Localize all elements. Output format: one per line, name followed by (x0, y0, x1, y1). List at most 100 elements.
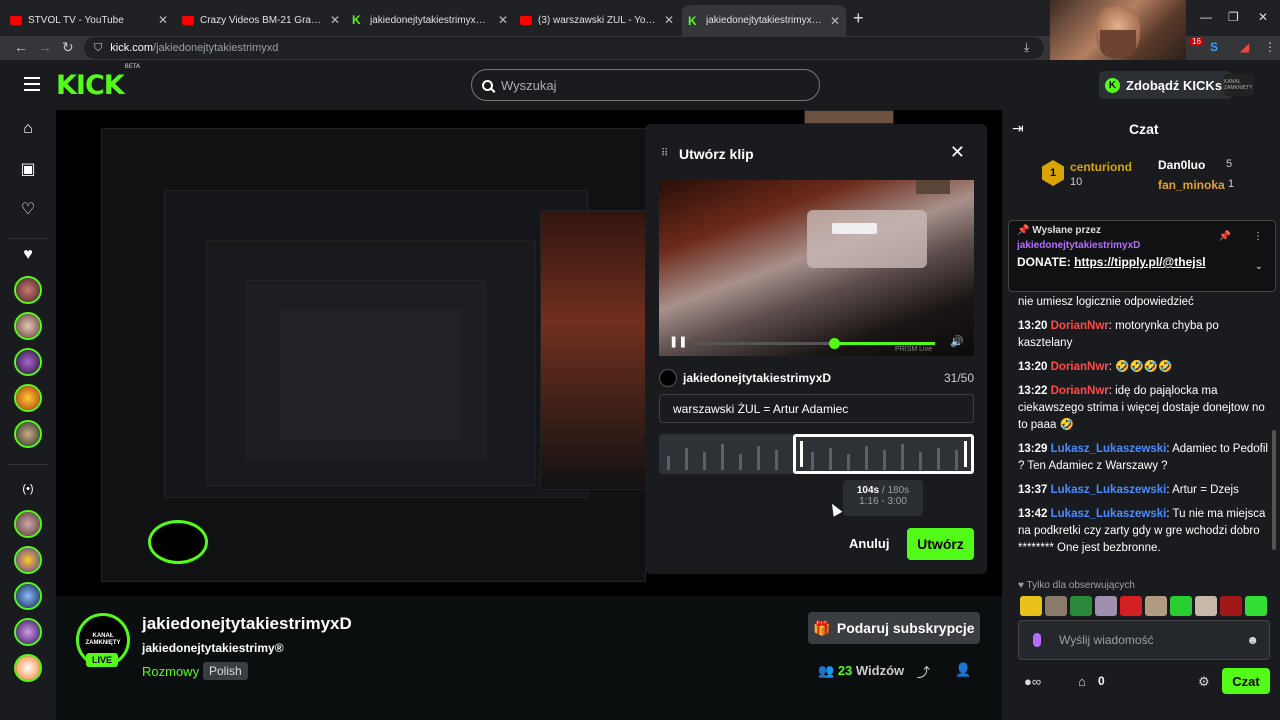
chat-message: nie umiesz logicznie odpowiedzieć (1018, 296, 1194, 308)
emoji-icon[interactable]: ☻ (1246, 633, 1259, 647)
search-placeholder: Wyszukaj (501, 77, 557, 93)
chat-username[interactable]: Lukasz_Lukaszewski (1051, 443, 1167, 455)
pin-icon[interactable]: 📌 (1219, 231, 1231, 242)
extension-icon[interactable]: ◢ (1240, 40, 1249, 54)
browser-tab[interactable]: STVOL TV - YouTube ✕ (4, 7, 174, 33)
close-window-icon[interactable]: ✕ (1258, 10, 1268, 24)
emote-icon[interactable] (1120, 596, 1142, 616)
pinned-link[interactable]: https://tipply.pl/@thejsl (1074, 255, 1205, 269)
chat-leaderboard: 1 centuriond 10 Dan0luo 5 fan_minoka 1 (1002, 152, 1280, 208)
clip-range-selection[interactable] (793, 434, 974, 474)
channel-avatar[interactable] (14, 384, 42, 412)
clip-seek-bar[interactable] (695, 338, 935, 349)
maximize-icon[interactable]: ❐ (1228, 10, 1239, 24)
create-clip-button[interactable]: Utwórz (907, 528, 974, 560)
leader-name[interactable]: Dan0luo (1158, 158, 1205, 172)
user-avatar[interactable]: KANAŁ ZAMKNIĘTY (1224, 74, 1254, 96)
timeline-tick (775, 450, 778, 470)
more-options-icon[interactable]: ⋮ (1253, 231, 1263, 242)
channel-avatar[interactable] (14, 546, 42, 574)
leader-name[interactable]: centuriond (1070, 160, 1132, 174)
emote-icon[interactable] (1245, 596, 1267, 616)
settings-icon[interactable]: ⚙ (1198, 674, 1210, 690)
channel-avatar[interactable] (14, 510, 42, 538)
follow-options-icon[interactable]: 👤 (955, 662, 971, 678)
home-icon[interactable]: ⌂ (17, 118, 39, 140)
emote-icon[interactable] (1145, 596, 1167, 616)
range-start-handle[interactable] (800, 441, 803, 467)
url-bar[interactable]: ⛉ kick.com/jakiedonejtytakiestrimyxd (84, 37, 1044, 59)
emote-icon[interactable] (1220, 596, 1242, 616)
forward-icon[interactable]: → (38, 39, 52, 55)
close-icon[interactable]: ✕ (830, 14, 840, 28)
browser-tab[interactable]: (3) warszawski ŻUL - YouTube ✕ (514, 7, 680, 33)
browser-tab[interactable]: K jakiedonejtytakiestrimyxD Strea ✕ (346, 7, 514, 33)
emote-icon[interactable] (1195, 596, 1217, 616)
channel-avatar[interactable] (14, 312, 42, 340)
youtube-icon (182, 15, 194, 25)
channel-avatar[interactable] (14, 582, 42, 610)
new-tab-button[interactable]: + (853, 8, 864, 29)
following-icon[interactable]: ♡ (17, 198, 39, 220)
cancel-button[interactable]: Anuluj (849, 536, 889, 551)
chevron-down-icon[interactable]: ⌄ (1255, 261, 1263, 272)
search-input[interactable]: Wyszukaj (471, 69, 820, 101)
gift-subs-button[interactable]: 🎁 Podaruj subskrypcje (808, 612, 980, 644)
stream-category[interactable]: Rozmowy (142, 664, 199, 679)
preview-plate (832, 223, 877, 234)
range-end-handle[interactable] (964, 441, 967, 467)
drag-handle-icon[interactable]: ⠿ (661, 148, 668, 159)
close-icon[interactable]: ✕ (664, 13, 674, 27)
streamer-name[interactable]: jakiedonejtytakiestrimyxD (142, 614, 352, 634)
send-chat-button[interactable]: Czat (1222, 668, 1270, 694)
minimize-icon[interactable]: — (1200, 10, 1212, 24)
gift-icon: 🎁 (813, 619, 831, 636)
menu-icon[interactable]: ⋮ (1264, 40, 1276, 54)
close-icon[interactable]: ✕ (950, 142, 965, 163)
back-icon[interactable]: ← (14, 39, 28, 55)
pause-icon[interactable]: ❚❚ (669, 335, 687, 348)
chat-scrollbar[interactable] (1272, 430, 1276, 550)
close-icon[interactable]: ✕ (498, 13, 508, 27)
hamburger-icon[interactable] (24, 77, 40, 91)
download-icon[interactable]: ⤓ (1024, 40, 1029, 55)
emote-icon[interactable] (1045, 596, 1067, 616)
mic-icon[interactable] (1033, 633, 1041, 647)
store-icon[interactable]: ⌂ (1078, 674, 1086, 689)
emote-icon[interactable] (1070, 596, 1092, 616)
channel-avatar[interactable] (14, 420, 42, 448)
get-kicks-button[interactable]: K Zdobądź KICKs (1099, 71, 1233, 99)
volume-icon[interactable]: 🔊 (950, 335, 964, 348)
kicks-icon[interactable]: ●∞ (1024, 674, 1041, 689)
extension-icon[interactable]: S (1210, 40, 1218, 54)
chat-username[interactable]: Lukasz_Lukaszewski (1051, 484, 1167, 496)
channel-avatar[interactable] (14, 654, 42, 682)
channel-avatar[interactable] (14, 276, 42, 304)
reload-icon[interactable]: ↻ (62, 39, 74, 56)
collapse-chat-icon[interactable]: ⇥ (1012, 120, 1024, 137)
kick-logo[interactable]: KICKBETA (56, 63, 140, 101)
chat-username[interactable]: Lukasz_Lukaszewski (1051, 508, 1167, 520)
chat-username[interactable]: DorianNwr (1051, 385, 1109, 397)
clip-timeline[interactable] (659, 434, 974, 474)
emote-icon[interactable] (1095, 596, 1117, 616)
chat-message-input[interactable]: Wyślij wiadomość ☻ (1018, 620, 1270, 660)
emote-icon[interactable] (1020, 596, 1042, 616)
channel-avatar[interactable] (14, 618, 42, 646)
leader-count: 1 (1228, 178, 1235, 190)
channel-avatar[interactable] (14, 348, 42, 376)
clip-preview-video[interactable] (659, 180, 974, 356)
clip-title-input[interactable]: warszawski ŻUL = Artur Adamiec (659, 394, 974, 423)
chat-username[interactable]: DorianNwr (1051, 361, 1109, 373)
close-icon[interactable]: ✕ (330, 13, 340, 27)
browse-icon[interactable]: ▣ (17, 158, 39, 180)
stream-language-tag[interactable]: Polish (203, 662, 248, 680)
chat-username[interactable]: DorianNwr (1051, 320, 1109, 332)
leader-name[interactable]: fan_minoka (1158, 178, 1225, 192)
share-icon[interactable]: ⤴ (917, 662, 930, 681)
clip-seek-handle[interactable] (829, 338, 840, 349)
browser-tab-active[interactable]: K jakiedonejtytakiestrimyxD S ✕ (682, 5, 846, 36)
emote-icon[interactable] (1170, 596, 1192, 616)
browser-tab[interactable]: Crazy Videos BM-21 Grad Large ✕ (176, 7, 346, 33)
close-icon[interactable]: ✕ (158, 13, 168, 27)
